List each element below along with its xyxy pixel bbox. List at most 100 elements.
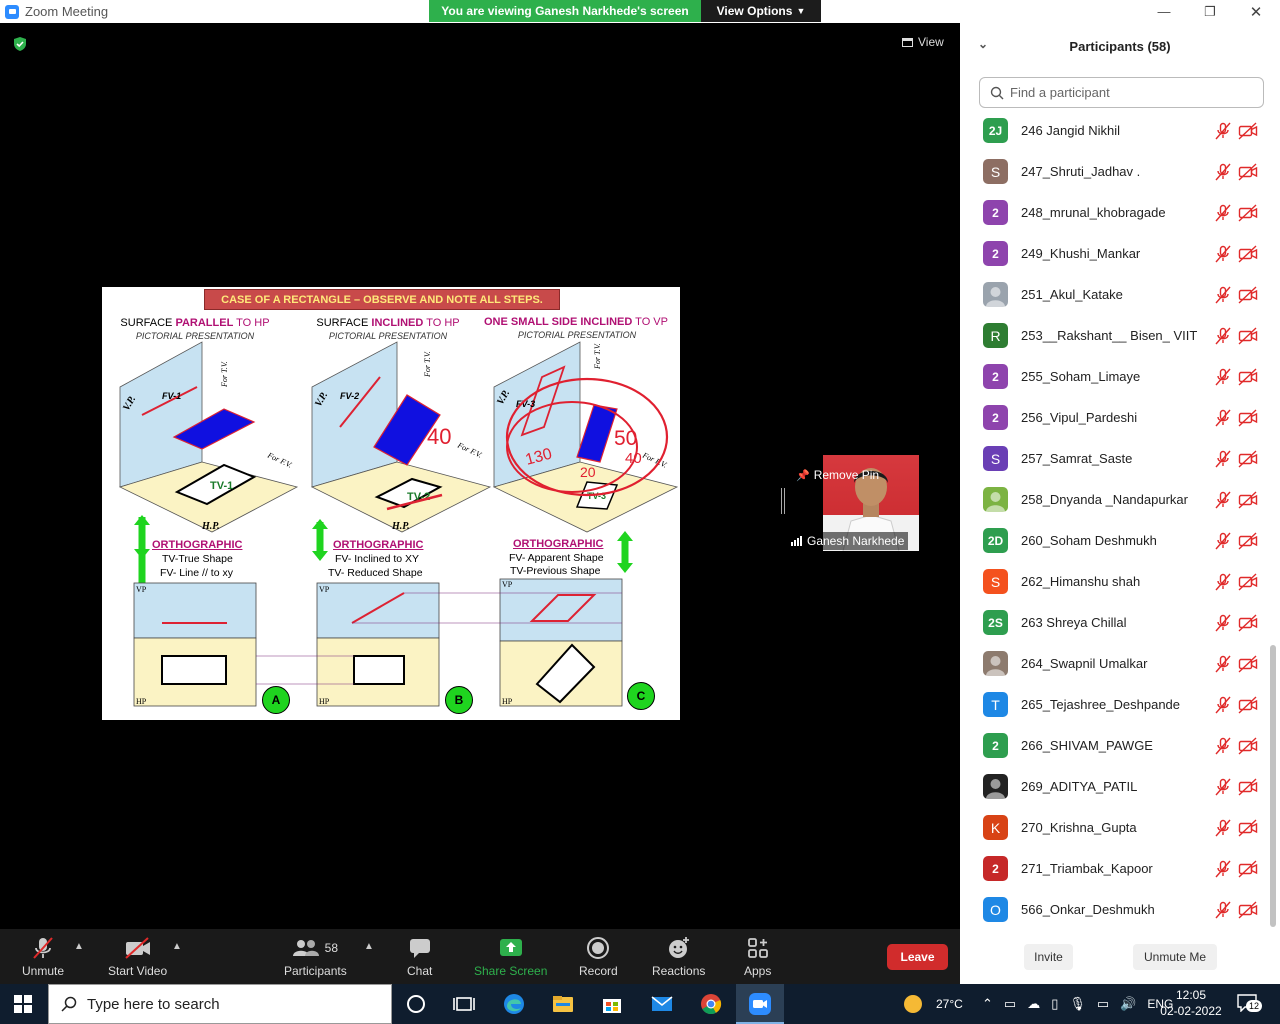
pinned-video-tile[interactable]: 📌 Remove Pin Ganesh Narkhede bbox=[787, 455, 920, 551]
participant-row[interactable]: S 247_Shruti_Jadhav . bbox=[960, 151, 1270, 192]
participant-avatar-photo bbox=[983, 282, 1008, 307]
meeting-toolbar: Unmute ▲ Start Video ▲ 58 Participants ▲… bbox=[0, 929, 960, 984]
apps-button[interactable]: Apps bbox=[744, 936, 771, 978]
microphone-muted-icon bbox=[30, 936, 56, 960]
view-options-button[interactable]: View Options ▼ bbox=[701, 0, 821, 22]
participant-row[interactable]: 2 271_Triambak_Kapoor bbox=[960, 848, 1270, 889]
chat-label: Chat bbox=[407, 964, 433, 978]
participant-row[interactable]: 269_ADITYA_PATIL bbox=[960, 766, 1270, 807]
participant-row[interactable]: 264_Swapnil Umalkar bbox=[960, 643, 1270, 684]
network-icon[interactable]: ▭ bbox=[1097, 996, 1109, 1012]
participant-row[interactable]: K 270_Krishna_Gupta bbox=[960, 807, 1270, 848]
taskbar-search-box[interactable]: Type here to search bbox=[48, 984, 392, 1024]
windows-start-icon[interactable] bbox=[14, 995, 32, 1013]
participant-row[interactable]: O 566_Onkar_Deshmukh bbox=[960, 889, 1270, 930]
pin-icon: 📌 bbox=[796, 469, 810, 482]
close-button[interactable]: ✕ bbox=[1233, 0, 1279, 23]
participant-avatar: S bbox=[983, 569, 1008, 594]
participants-count: 58 bbox=[324, 941, 339, 955]
signal-strength-icon bbox=[791, 536, 802, 546]
participant-row[interactable]: 2 248_mrunal_khobragade bbox=[960, 192, 1270, 233]
projection-drawing: TV-1 FV-1 V.P. H.P. For T.V. For F.V. TV bbox=[118, 341, 679, 707]
muted-mic-icon bbox=[1215, 778, 1231, 796]
mail-icon[interactable] bbox=[650, 992, 674, 1016]
participant-name: 262_Himanshu shah bbox=[1021, 574, 1141, 589]
unmute-me-button[interactable]: Unmute Me bbox=[1133, 944, 1217, 970]
fv2-label: FV-2 bbox=[340, 391, 359, 401]
file-explorer-icon[interactable] bbox=[551, 992, 575, 1016]
chat-icon bbox=[408, 936, 432, 960]
muted-mic-icon bbox=[1215, 368, 1231, 386]
video-options-caret-icon[interactable]: ▲ bbox=[172, 941, 182, 952]
participant-row[interactable]: 2 256_Vipul_Pardeshi bbox=[960, 397, 1270, 438]
video-off-icon bbox=[1238, 532, 1258, 550]
participant-avatar: 2 bbox=[983, 241, 1008, 266]
participant-row[interactable]: T 265_Tejashree_Deshpande bbox=[960, 684, 1270, 725]
video-off-icon bbox=[1238, 245, 1258, 263]
view-button[interactable]: View bbox=[902, 35, 944, 49]
chevron-down-icon: ▼ bbox=[796, 6, 806, 16]
remove-pin-label: Remove Pin bbox=[813, 468, 880, 482]
cortana-icon[interactable] bbox=[404, 992, 428, 1016]
notification-center-button[interactable]: 12 bbox=[1237, 994, 1263, 1014]
participant-row[interactable]: 2 249_Khushi_Mankar bbox=[960, 233, 1270, 274]
participant-list-scrollbar[interactable] bbox=[1269, 110, 1277, 930]
view-label: View bbox=[918, 35, 944, 49]
participant-row[interactable]: 2J 246 Jangid Nikhil bbox=[960, 110, 1270, 151]
scrollbar-thumb[interactable] bbox=[1270, 645, 1276, 927]
participant-row[interactable]: 2S 263 Shreya Chillal bbox=[960, 602, 1270, 643]
participants-button[interactable]: 58 Participants bbox=[284, 936, 347, 978]
viewing-banner-text: You are viewing Ganesh Narkhede's screen bbox=[429, 0, 701, 22]
share-screen-label: Share Screen bbox=[474, 964, 548, 978]
participant-row[interactable]: 2D 260_Soham Deshmukh bbox=[960, 520, 1270, 561]
tray-chevron-up-icon[interactable]: ⌃ bbox=[982, 996, 993, 1012]
minimize-button[interactable]: — bbox=[1141, 0, 1187, 23]
reactions-button[interactable]: Reactions bbox=[652, 936, 705, 978]
start-video-button[interactable]: Start Video bbox=[108, 936, 167, 978]
participant-row[interactable]: S 262_Himanshu shah bbox=[960, 561, 1270, 602]
muted-mic-icon bbox=[1215, 532, 1231, 550]
slide: CASE OF A RECTANGLE – OBSERVE AND NOTE A… bbox=[102, 287, 680, 720]
weather-widget[interactable]: 27°C bbox=[904, 984, 963, 1024]
leave-button[interactable]: Leave bbox=[887, 944, 948, 970]
store-icon[interactable] bbox=[600, 992, 624, 1016]
participant-search-input[interactable] bbox=[1010, 85, 1250, 100]
collapse-chevron-icon[interactable]: ⌄ bbox=[978, 37, 988, 51]
edge-browser-icon[interactable] bbox=[502, 992, 526, 1016]
audio-options-caret-icon[interactable]: ▲ bbox=[74, 941, 84, 952]
share-screen-button[interactable]: Share Screen bbox=[474, 936, 547, 978]
ortho-note-b1: FV- Inclined to XY bbox=[335, 553, 420, 565]
clock[interactable]: 12:05 02-02-2022 bbox=[1160, 987, 1222, 1019]
reactions-icon bbox=[667, 936, 691, 960]
encryption-shield-icon[interactable] bbox=[12, 36, 28, 52]
participant-row[interactable]: 2 255_Soham_Limaye bbox=[960, 356, 1270, 397]
invite-button[interactable]: Invite bbox=[1024, 944, 1073, 970]
window-title: Zoom Meeting bbox=[25, 4, 109, 19]
chat-button[interactable]: Chat bbox=[407, 936, 432, 978]
meet-now-icon[interactable]: ▭ bbox=[1004, 996, 1016, 1012]
video-off-icon bbox=[1238, 778, 1258, 796]
maximize-button[interactable]: ❐ bbox=[1187, 0, 1233, 23]
battery-icon[interactable]: ▯ bbox=[1051, 996, 1058, 1012]
participant-row[interactable]: R 253__Rakshant__ Bisen_ VIIT bbox=[960, 315, 1270, 356]
resize-handle[interactable] bbox=[781, 488, 785, 514]
volume-icon[interactable]: 🔊 bbox=[1120, 996, 1136, 1012]
participant-name: 271_Triambak_Kapoor bbox=[1021, 861, 1153, 876]
participant-avatar: R bbox=[983, 323, 1008, 348]
microphone-icon[interactable]: 🎙 bbox=[1069, 996, 1086, 1012]
record-button[interactable]: Record bbox=[579, 936, 618, 978]
zoom-taskbar-button[interactable] bbox=[736, 984, 784, 1024]
participant-row[interactable]: S 257_Samrat_Saste bbox=[960, 438, 1270, 479]
participants-options-caret-icon[interactable]: ▲ bbox=[364, 941, 374, 952]
participant-row[interactable]: 2 266_SHIVAM_PAWGE bbox=[960, 725, 1270, 766]
participant-row[interactable]: 258_Dnyanda _Nandapurkar bbox=[960, 479, 1270, 520]
participant-row[interactable]: 251_Akul_Katake bbox=[960, 274, 1270, 315]
chrome-icon[interactable] bbox=[699, 992, 723, 1016]
task-view-icon[interactable] bbox=[452, 992, 476, 1016]
vp-small-b: VP bbox=[319, 585, 330, 594]
participant-avatar: 2 bbox=[983, 405, 1008, 430]
onedrive-cloud-icon[interactable]: ☁ bbox=[1027, 996, 1040, 1012]
remove-pin-button[interactable]: 📌 Remove Pin bbox=[796, 468, 879, 482]
participant-search[interactable] bbox=[979, 77, 1264, 108]
unmute-button[interactable]: Unmute bbox=[22, 936, 64, 978]
